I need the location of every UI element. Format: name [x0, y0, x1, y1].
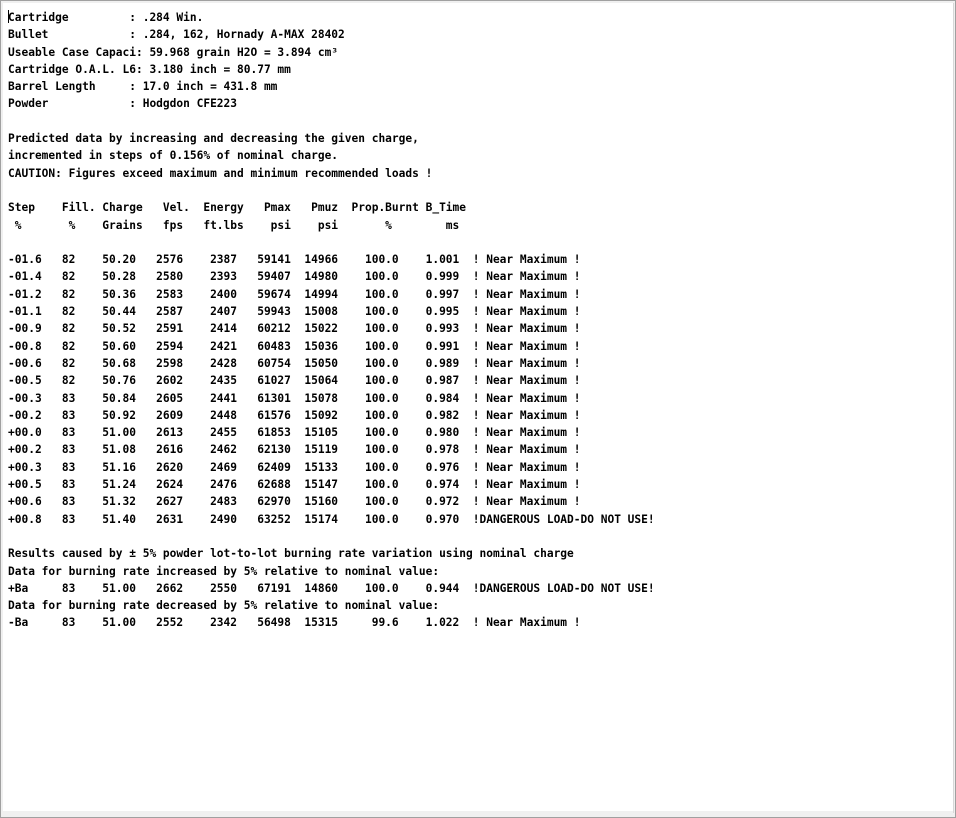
report-line: +00.5 83 51.24 2624 2476 62688 15147 100… [8, 478, 581, 492]
window-bottom-edge [3, 811, 953, 815]
report-line: -01.6 82 50.20 2576 2387 59141 14966 100… [8, 253, 581, 267]
report-line: -00.3 83 50.84 2605 2441 61301 15078 100… [8, 391, 581, 405]
report-line: +00.6 83 51.32 2627 2483 62970 15160 100… [8, 495, 581, 509]
report-line: CAUTION: Figures exceed maximum and mini… [8, 166, 433, 180]
report-text: Cartridge : .284 Win. Bullet : .284, 162… [3, 3, 953, 632]
report-line: -00.5 82 50.76 2602 2435 61027 15064 100… [8, 374, 581, 388]
report-line: +00.0 83 51.00 2613 2455 61853 15105 100… [8, 426, 581, 440]
report-line: -01.1 82 50.44 2587 2407 59943 15008 100… [8, 305, 581, 319]
report-line: -01.2 82 50.36 2583 2400 59674 14994 100… [8, 287, 581, 301]
report-line: Data for burning rate increased by 5% re… [8, 564, 440, 578]
report-window: Cartridge : .284 Win. Bullet : .284, 162… [0, 0, 956, 818]
report-line: incremented in steps of 0.156% of nomina… [8, 149, 339, 163]
report-line: +00.2 83 51.08 2616 2462 62130 15119 100… [8, 443, 581, 457]
report-line: % % Grains fps ft.lbs psi psi % ms [8, 218, 460, 232]
report-line: -Ba 83 51.00 2552 2342 56498 15315 99.6 … [8, 616, 581, 630]
report-line: -01.4 82 50.28 2580 2393 59407 14980 100… [8, 270, 581, 284]
report-line: -00.9 82 50.52 2591 2414 60212 15022 100… [8, 322, 581, 336]
report-line: Powder : Hodgdon CFE223 [8, 97, 238, 111]
report-line: Results caused by ± 5% powder lot-to-lot… [8, 547, 574, 561]
report-line: +Ba 83 51.00 2662 2550 67191 14860 100.0… [8, 581, 655, 595]
report-line: Data for burning rate decreased by 5% re… [8, 599, 440, 613]
report-line: Predicted data by increasing and decreas… [8, 132, 419, 146]
report-line: -00.6 82 50.68 2598 2428 60754 15050 100… [8, 356, 581, 370]
report-line: Cartridge O.A.L. L6: 3.180 inch = 80.77 … [8, 62, 291, 76]
report-text-area[interactable]: Cartridge : .284 Win. Bullet : .284, 162… [3, 3, 954, 813]
report-line: +00.3 83 51.16 2620 2469 62409 15133 100… [8, 460, 581, 474]
report-line: Barrel Length : 17.0 inch = 431.8 mm [8, 80, 278, 94]
report-line: Step Fill. Charge Vel. Energy Pmax Pmuz … [8, 201, 467, 215]
report-line: -00.8 82 50.60 2594 2421 60483 15036 100… [8, 339, 581, 353]
report-line: -00.2 83 50.92 2609 2448 61576 15092 100… [8, 408, 581, 422]
report-line: Bullet : .284, 162, Hornady A-MAX 28402 [8, 28, 345, 42]
report-line: Cartridge : .284 Win. [8, 11, 204, 24]
report-line: +00.8 83 51.40 2631 2490 63252 15174 100… [8, 512, 655, 526]
report-line: Useable Case Capaci: 59.968 grain H2O = … [8, 45, 339, 59]
